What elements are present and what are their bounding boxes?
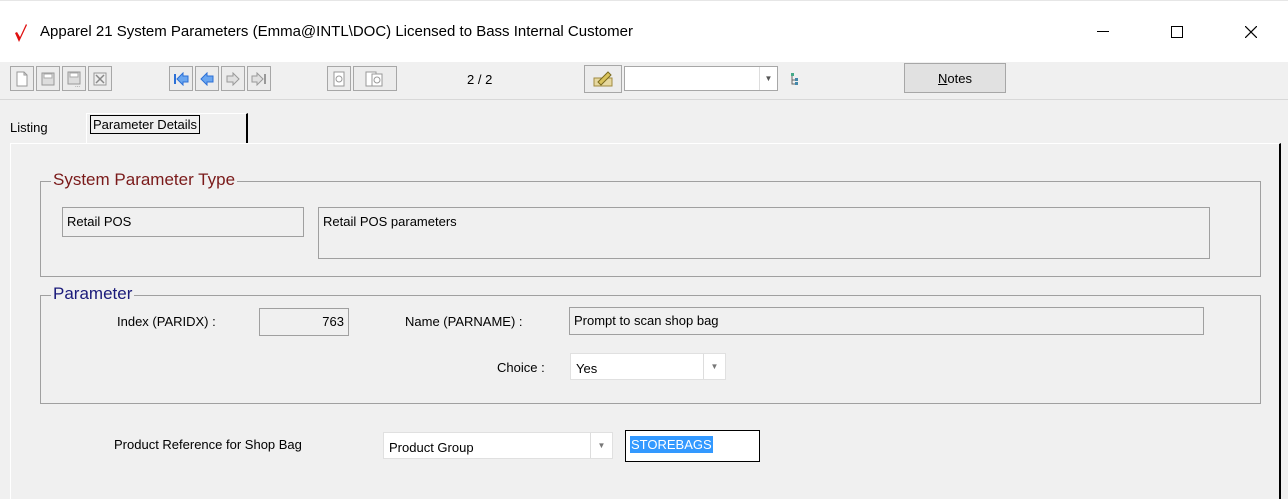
notes-hotkey: N <box>938 70 948 86</box>
product-reference-type-select[interactable]: Product Group ▼ <box>383 432 613 459</box>
product-reference-label: Product Reference for Shop Bag <box>114 437 302 452</box>
tab-listing[interactable]: Listing <box>10 120 48 135</box>
tab-parameter-details[interactable]: Parameter Details <box>86 113 248 144</box>
print-preview-button[interactable] <box>353 66 397 91</box>
save-button[interactable] <box>36 66 60 91</box>
close-icon <box>1245 26 1257 38</box>
product-reference-code-value: STOREBAGS <box>630 436 713 453</box>
index-label: Index (PARIDX) : <box>117 314 216 329</box>
choice-select[interactable]: Yes ▼ <box>570 353 726 380</box>
chevron-down-icon[interactable]: ▼ <box>759 67 777 90</box>
window-title: Apparel 21 System Parameters (Emma@INTL\… <box>40 23 633 40</box>
choice-value: Yes <box>576 361 598 376</box>
maximize-icon <box>1171 26 1183 38</box>
minimize-button[interactable] <box>1080 15 1126 49</box>
parameter-legend: Parameter <box>51 284 135 304</box>
first-record-button[interactable] <box>169 66 193 91</box>
chevron-down-icon[interactable]: ▼ <box>590 433 612 458</box>
next-record-button[interactable] <box>221 66 245 91</box>
choice-label: Choice : <box>497 360 545 375</box>
edit-button[interactable] <box>584 65 622 93</box>
new-record-button[interactable] <box>10 66 34 91</box>
product-reference-type-value: Product Group <box>389 440 474 455</box>
toolbar: ... 2 / 2 ▼ Notes <box>0 62 1288 100</box>
close-button[interactable] <box>1228 15 1274 49</box>
filter-combo[interactable]: ▼ <box>624 66 778 91</box>
svg-text:...: ... <box>75 83 80 87</box>
delete-button[interactable] <box>88 66 112 91</box>
first-record-icon <box>174 71 189 86</box>
save-as-button[interactable]: ... <box>62 66 86 91</box>
save-icon <box>41 72 55 85</box>
title-bar: Apparel 21 System Parameters (Emma@INTL\… <box>0 0 1288 62</box>
delete-icon <box>93 72 107 85</box>
tree-view-icon <box>791 72 798 85</box>
next-record-icon <box>226 71 240 86</box>
new-icon <box>16 71 28 86</box>
save-as-icon: ... <box>67 71 81 87</box>
preview-button[interactable] <box>327 66 351 91</box>
last-record-button[interactable] <box>247 66 271 91</box>
system-parameter-type-legend: System Parameter Type <box>51 170 238 190</box>
print-preview-icon <box>365 71 383 86</box>
minimize-icon <box>1097 31 1109 32</box>
notes-button[interactable]: Notes <box>904 63 1006 93</box>
tab-parameter-details-label: Parameter Details <box>90 115 201 134</box>
record-position: 2 / 2 <box>467 72 493 87</box>
app-logo-icon <box>15 24 27 42</box>
parameter-type-description: Retail POS parameters <box>318 207 1210 259</box>
edit-pencil-icon <box>593 71 613 87</box>
tree-view-button[interactable] <box>783 66 807 91</box>
previous-record-icon <box>200 71 214 86</box>
index-value: 763 <box>259 308 349 336</box>
tab-strip: Listing Parameter Details <box>0 100 1288 144</box>
preview-icon <box>333 71 345 86</box>
name-value: Prompt to scan shop bag <box>569 307 1204 335</box>
chevron-down-icon[interactable]: ▼ <box>703 354 725 379</box>
previous-record-button[interactable] <box>195 66 219 91</box>
product-reference-code-input[interactable]: STOREBAGS <box>625 430 760 462</box>
maximize-button[interactable] <box>1154 15 1200 49</box>
last-record-icon <box>251 71 266 86</box>
notes-label: otes <box>947 70 972 86</box>
name-label: Name (PARNAME) : <box>405 314 523 329</box>
parameter-type-code: Retail POS <box>62 207 304 237</box>
